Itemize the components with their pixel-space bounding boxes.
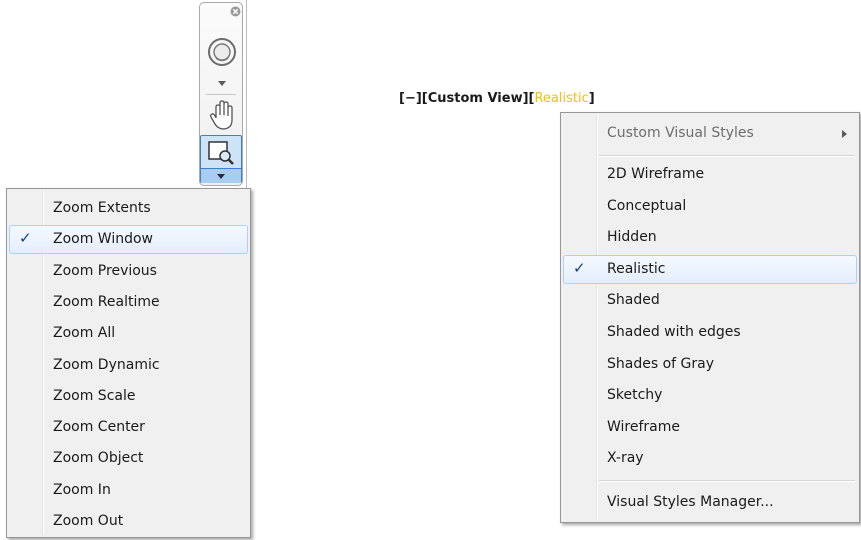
menu-item-label: Shaded with edges xyxy=(607,324,741,340)
style-bracket-close: ] xyxy=(588,91,595,106)
menu-item-realistic[interactable]: ✓ Realistic xyxy=(563,254,857,284)
zoom-menu: Zoom Extents ✓ Zoom Window Zoom Previous Zoo… xyxy=(6,188,251,538)
wheel-dropdown-arrow-icon[interactable] xyxy=(217,79,227,87)
viewport-edge-line xyxy=(246,0,247,210)
steering-wheel-icon[interactable] xyxy=(207,37,237,67)
navigation-bar xyxy=(199,2,243,186)
menu-item-conceptual[interactable]: Conceptual xyxy=(563,192,857,221)
nav-separator xyxy=(206,94,236,95)
menu-item-sketchy[interactable]: Sketchy xyxy=(563,381,857,410)
visual-style-menu: Custom Visual Styles 2D Wireframe Concept… xyxy=(560,112,860,523)
menu-item-zoom-realtime[interactable]: Zoom Realtime xyxy=(9,288,248,317)
checkmark-icon: ✓ xyxy=(573,258,586,277)
zoom-dropdown-button[interactable] xyxy=(201,168,241,183)
viewport-minimize-control[interactable]: [−] xyxy=(399,91,422,106)
menu-item-zoom-all[interactable]: Zoom All xyxy=(9,319,248,348)
viewport-label: [−][Custom View][Realistic] xyxy=(399,91,595,106)
menu-item-label: Zoom Center xyxy=(53,419,145,436)
menu-separator xyxy=(599,155,855,157)
menu-item-label: Zoom Extents xyxy=(53,200,151,216)
menu-item-shaded-with-edges[interactable]: Shaded with edges xyxy=(563,318,857,347)
pan-hand-icon[interactable] xyxy=(207,98,237,132)
zoom-window-icon xyxy=(208,141,234,165)
chevron-down-icon xyxy=(217,174,225,179)
zoom-button[interactable] xyxy=(200,135,242,183)
menu-item-label: Zoom Dynamic xyxy=(53,356,160,373)
menu-item-label: Custom Visual Styles xyxy=(607,125,754,141)
menu-item-wireframe[interactable]: Wireframe xyxy=(563,413,857,442)
menu-item-label: Conceptual xyxy=(607,197,687,214)
menu-item-label: Zoom Realtime xyxy=(53,293,160,310)
menu-item-2d-wireframe[interactable]: 2D Wireframe xyxy=(563,160,857,189)
menu-item-label: Realistic xyxy=(607,260,666,277)
menu-item-zoom-scale[interactable]: Zoom Scale xyxy=(9,382,248,411)
menu-item-zoom-center[interactable]: Zoom Center xyxy=(9,413,248,442)
menu-item-label: Zoom In xyxy=(53,481,111,498)
menu-item-zoom-extents[interactable]: Zoom Extents xyxy=(9,194,248,223)
menu-item-label: Shaded xyxy=(607,292,660,309)
menu-item-label: Shades of Gray xyxy=(607,355,714,372)
menu-item-zoom-out[interactable]: Zoom Out xyxy=(9,507,248,536)
menu-item-label: Hidden xyxy=(607,229,657,246)
menu-item-zoom-previous[interactable]: Zoom Previous xyxy=(9,257,248,286)
menu-item-label: X-ray xyxy=(607,450,644,467)
menu-item-custom-visual-styles[interactable]: Custom Visual Styles xyxy=(563,119,857,148)
submenu-arrow-icon xyxy=(842,130,847,138)
menu-item-label: Wireframe xyxy=(607,418,681,435)
menu-item-label: Visual Styles Manager... xyxy=(607,494,774,510)
menu-item-visual-styles-manager[interactable]: Visual Styles Manager... xyxy=(563,488,857,517)
menu-item-label: Zoom Previous xyxy=(53,262,157,279)
menu-item-zoom-object[interactable]: Zoom Object xyxy=(9,444,248,473)
menu-item-hidden[interactable]: Hidden xyxy=(563,223,857,252)
visual-style-control[interactable]: Realistic xyxy=(534,91,588,106)
view-control[interactable]: [Custom View] xyxy=(422,91,529,106)
menu-item-label: Zoom All xyxy=(53,325,116,342)
menu-item-label: 2D Wireframe xyxy=(607,166,705,182)
menu-item-zoom-window[interactable]: ✓ Zoom Window xyxy=(9,225,248,255)
menu-item-label: Sketchy xyxy=(607,387,663,404)
menu-item-x-ray[interactable]: X-ray xyxy=(563,444,857,473)
menu-item-label: Zoom Object xyxy=(53,450,144,467)
menu-item-label: Zoom Scale xyxy=(53,387,136,404)
close-icon[interactable] xyxy=(230,6,241,17)
menu-item-zoom-dynamic[interactable]: Zoom Dynamic xyxy=(9,351,248,380)
menu-item-label: Zoom Window xyxy=(53,231,154,248)
menu-item-shades-of-gray[interactable]: Shades of Gray xyxy=(563,350,857,379)
checkmark-icon: ✓ xyxy=(19,229,32,248)
menu-item-label: Zoom Out xyxy=(53,513,124,529)
menu-item-zoom-in[interactable]: Zoom In xyxy=(9,476,248,505)
menu-separator xyxy=(599,480,855,482)
menu-item-shaded[interactable]: Shaded xyxy=(563,286,857,315)
